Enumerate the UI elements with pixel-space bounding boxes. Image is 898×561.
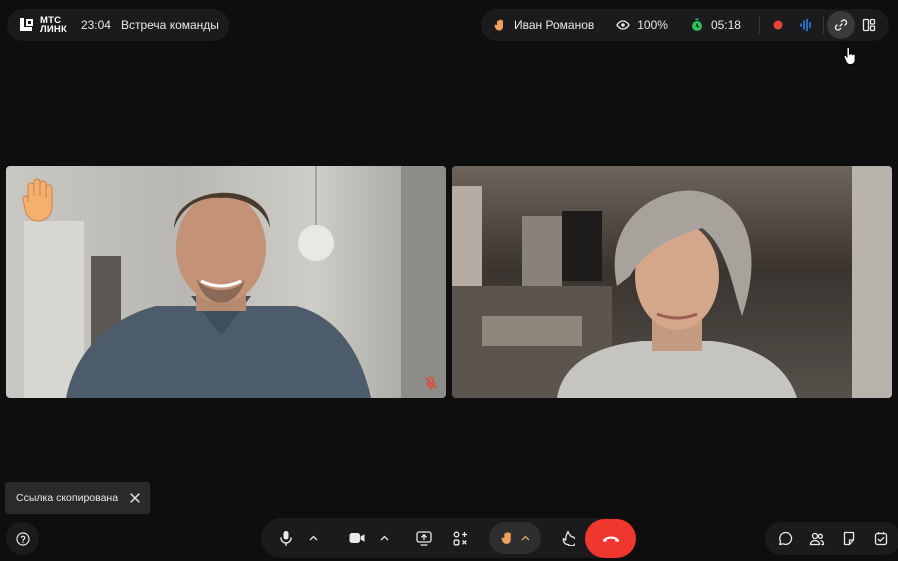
microphone-icon (279, 530, 293, 546)
toast-text: Ссылка скопирована (16, 492, 119, 504)
layout-button[interactable] (855, 11, 883, 39)
meeting-time: 23:04 (80, 18, 111, 32)
reaction-icon (561, 530, 575, 546)
eye-icon (616, 18, 630, 32)
raise-hand-button[interactable] (489, 522, 541, 554)
chat-icon (778, 531, 793, 546)
chevron-up-icon (380, 535, 389, 541)
end-call-icon (602, 535, 620, 543)
audio-indicator-button[interactable] (792, 11, 820, 39)
layout-icon (862, 18, 876, 32)
participant-video-1[interactable] (6, 166, 446, 398)
current-user[interactable]: Иван Романов (493, 18, 594, 32)
link-icon (834, 18, 848, 32)
apps-button[interactable] (444, 522, 477, 554)
chevron-up-icon (521, 535, 530, 541)
participants-icon (809, 532, 825, 546)
camera-options-button[interactable] (377, 522, 391, 554)
hand-icon (493, 18, 507, 32)
status-bar: Иван Романов 100% 05:18 (481, 9, 889, 41)
divider (822, 16, 824, 34)
copy-link-button[interactable] (826, 11, 855, 39)
participant-video-frame-1 (24, 166, 446, 398)
timer-icon (690, 18, 704, 32)
meeting-timer: 05:18 (690, 18, 741, 32)
tasks-button[interactable] (866, 524, 896, 554)
call-controls (261, 518, 629, 558)
meeting-title: Встреча команды (120, 18, 219, 32)
mts-link-logo-icon (18, 17, 34, 33)
end-call-button[interactable] (585, 519, 636, 558)
share-screen-icon (415, 530, 432, 546)
close-icon[interactable] (130, 493, 140, 503)
logo-text: МТС ЛИНК (40, 16, 67, 35)
record-button[interactable] (764, 11, 792, 39)
raised-hand-emoji (18, 176, 60, 222)
help-icon (15, 531, 30, 546)
app-logo: МТС ЛИНК (18, 16, 67, 34)
microphone-options-button[interactable] (306, 522, 320, 554)
logo-line-2: ЛИНК (40, 24, 67, 35)
user-name: Иван Романов (514, 18, 595, 32)
record-icon (773, 20, 783, 30)
microphone-button[interactable] (269, 522, 302, 554)
tasks-icon (874, 531, 888, 546)
chevron-up-icon (309, 535, 318, 541)
reaction-button[interactable] (551, 522, 584, 554)
copied-toast: Ссылка скопирована (5, 482, 150, 514)
zoom-level[interactable]: 100% (616, 18, 668, 32)
apps-icon (453, 531, 468, 546)
help-button[interactable] (6, 522, 39, 555)
meeting-info-bar: МТС ЛИНК 23:04 Встреча команды (7, 9, 229, 41)
camera-icon (349, 532, 365, 544)
participants-button[interactable] (802, 524, 832, 554)
divider (758, 16, 760, 34)
side-panel-buttons (765, 522, 898, 555)
audio-wave-icon (799, 18, 813, 32)
notes-icon (842, 531, 856, 546)
participant-video-2[interactable] (452, 166, 892, 398)
timer-value: 05:18 (710, 18, 741, 32)
mic-muted-icon (424, 376, 438, 390)
notes-button[interactable] (834, 524, 864, 554)
chat-button[interactable] (770, 524, 800, 554)
camera-button[interactable] (340, 522, 373, 554)
pointer-cursor-icon (843, 47, 857, 65)
hand-icon (500, 530, 515, 546)
participant-video-frame-2 (452, 166, 892, 398)
zoom-value: 100% (637, 18, 668, 32)
share-screen-button[interactable] (407, 522, 440, 554)
